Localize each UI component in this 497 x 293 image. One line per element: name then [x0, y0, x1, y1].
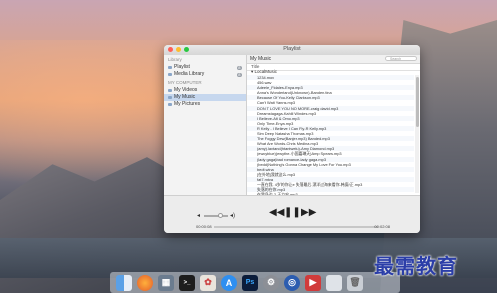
speaker-high-icon[interactable]: ◂) — [230, 212, 235, 219]
picture-folder-icon — [168, 103, 172, 106]
player-controls: ◂ ◂) ◀◀ ❚❚ ▶▶ 00:00:08 00:02:08 — [164, 195, 420, 233]
sidebar-heading-library: Library — [168, 57, 182, 62]
watermark-text: 最需教育 — [374, 254, 458, 278]
pause-button[interactable]: ❚❚ — [284, 208, 301, 218]
photos-icon[interactable]: ✿ — [200, 274, 216, 291]
volume-knob[interactable] — [218, 213, 223, 218]
search-input[interactable]: Search — [385, 56, 417, 61]
playlist-icon — [168, 66, 172, 69]
speaker-low-icon[interactable]: ◂ — [197, 212, 200, 219]
app-store-icon[interactable]: A — [221, 274, 237, 291]
terminal-icon[interactable]: >_ — [179, 274, 195, 291]
sidebar-item-label: Media Library — [174, 71, 205, 77]
scrollbar-thumb[interactable] — [415, 77, 419, 127]
time-elapsed: 00:00:08 — [196, 224, 212, 229]
player-icon[interactable]: ▶ — [305, 274, 321, 291]
sidebar: Library Playlist 8 Media Library 8 MY CO… — [164, 55, 247, 195]
playlist-window: Playlist Library Playlist 8 Media Librar… — [164, 45, 420, 233]
count-badge: 8 — [236, 71, 242, 77]
time-total: 00:02:08 — [374, 224, 390, 229]
rewind-button[interactable]: ◀◀ — [269, 208, 284, 218]
content-title: My Music — [250, 56, 272, 62]
sidebar-item-label: My Videos — [174, 87, 198, 93]
sidebar-heading-computer: MY COMPUTER — [168, 80, 202, 85]
track-list: 1234.mov 456.wav Adeele_Fidales-Enya.mp3 An… — [247, 75, 414, 195]
sidebar-item-media-library[interactable]: Media Library 8 — [164, 71, 246, 78]
video-folder-icon — [168, 89, 172, 92]
dock: ▦ >_ ✿ A Ps ⚙ ◎ ▶ 🗑 — [110, 272, 400, 293]
system-preferences-icon[interactable]: ⚙ — [263, 274, 279, 291]
scrollbar[interactable] — [415, 75, 419, 193]
firefox-icon[interactable] — [137, 274, 153, 291]
fast-forward-button[interactable]: ▶▶ — [301, 208, 316, 218]
sidebar-item-my-music[interactable]: My Music — [164, 94, 246, 101]
sidebar-item-my-videos[interactable]: My Videos — [164, 87, 246, 94]
count-badge: 8 — [236, 64, 242, 70]
media-library-icon — [168, 73, 172, 76]
finder-icon[interactable] — [116, 274, 132, 291]
sidebar-item-label: My Pictures — [174, 101, 201, 107]
content-toolbar: My Music Search — [247, 55, 420, 64]
window-title: Playlist — [283, 46, 301, 52]
progress-bar[interactable] — [214, 226, 378, 228]
launchpad-icon[interactable]: ▦ — [158, 274, 174, 291]
volume-slider[interactable] — [204, 213, 228, 218]
music-list-panel: My Music Search Title ▾ LocalMusic 1234.… — [247, 55, 420, 195]
network-icon[interactable]: ◎ — [284, 274, 300, 291]
music-folder-icon — [168, 96, 172, 99]
sidebar-item-label: My Music — [174, 94, 196, 100]
sidebar-item-playlist[interactable]: Playlist 8 — [164, 64, 246, 71]
photoshop-icon[interactable]: Ps — [242, 274, 258, 291]
sidebar-item-label: Playlist — [174, 64, 190, 70]
trash-icon[interactable]: 🗑 — [347, 274, 363, 291]
sidebar-item-my-pictures[interactable]: My Pictures — [164, 101, 246, 108]
window-icon[interactable] — [326, 274, 342, 291]
